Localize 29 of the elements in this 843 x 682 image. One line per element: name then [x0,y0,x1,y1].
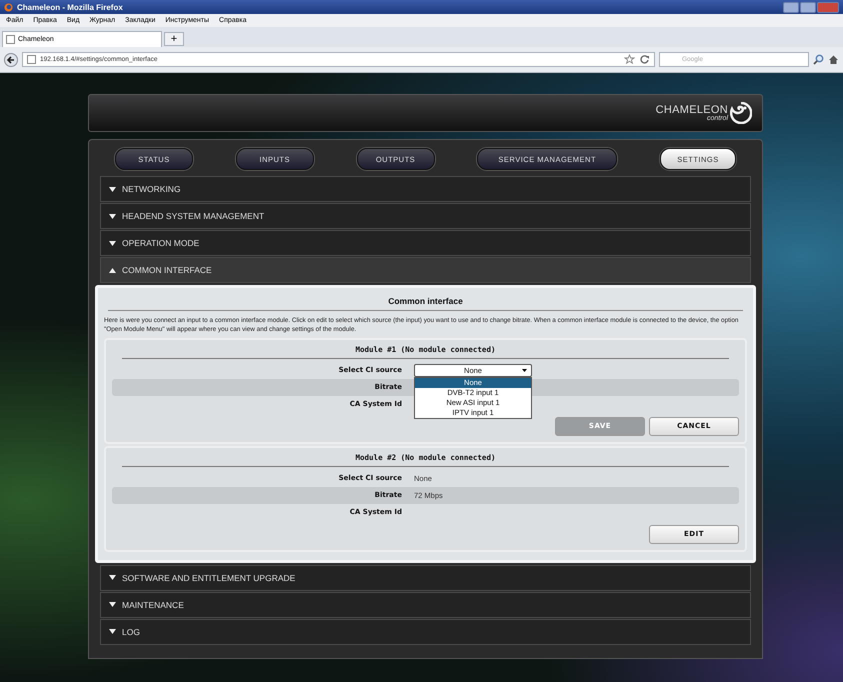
section-header[interactable]: LOG [100,618,751,645]
panel-heading: Common interface [108,292,743,311]
expand-arrow-icon [109,186,116,192]
expand-arrow-icon [109,602,116,608]
chameleon-icon [730,102,752,124]
caret-icon [522,368,527,372]
minimize-button[interactable] [783,2,799,12]
section-header[interactable]: MAINTENANCE [100,592,751,618]
expand-arrow-icon [109,629,116,634]
page-icon [6,35,15,44]
firefox-icon [4,2,13,12]
expand-arrow-icon [109,214,116,218]
maximize-button[interactable] [800,2,816,12]
section-header[interactable]: COMMON INTERFACE [100,257,751,283]
section-header[interactable]: OPERATION MODE [100,230,751,256]
section-header[interactable]: HEADEND SYSTEM MANAGEMENT [100,203,751,229]
expand-arrow-icon [109,240,116,246]
expand-arrow-icon [109,575,116,580]
reload-icon[interactable] [639,54,650,65]
star-icon[interactable] [624,54,635,65]
back-icon[interactable] [4,52,18,66]
search-icon[interactable] [813,54,824,65]
section-header[interactable]: SOFTWARE AND ENTITLEMENT UPGRADE [100,564,751,591]
window-title: Chameleon - Mozilla Firefox [17,2,123,12]
home-icon[interactable] [828,54,839,65]
collapse-arrow-icon [109,268,116,272]
section-header[interactable]: NETWORKING [100,176,751,202]
page-icon [27,55,36,64]
new-tab-button[interactable]: + [164,32,184,46]
